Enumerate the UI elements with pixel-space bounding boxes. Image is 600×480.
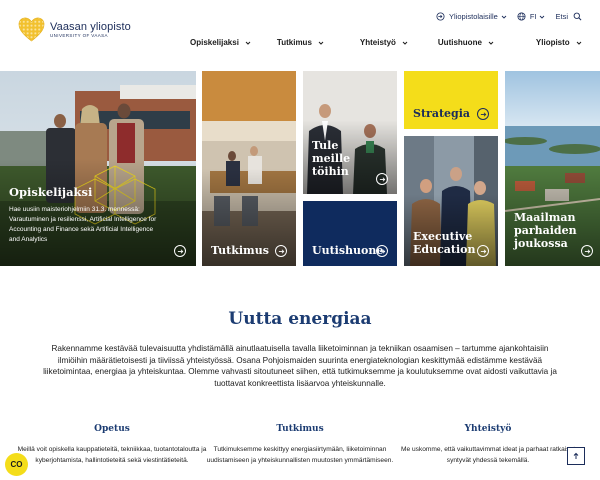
chevron-down-icon — [576, 41, 582, 45]
arrow-right-icon — [477, 108, 489, 120]
column-title-opetus[interactable]: Opetus — [12, 424, 212, 434]
search-button[interactable]: Etsi — [555, 12, 586, 21]
chevron-down-icon — [402, 41, 408, 45]
tile-strategia-title: Strategia — [413, 107, 471, 120]
tile-uutishuone-title: Uutishuone — [312, 244, 384, 257]
column-body-opetus: Meillä voit opiskella kauppatieteitä, te… — [17, 446, 207, 464]
search-icon — [573, 12, 582, 21]
tile-executive-title: Executive Education — [413, 230, 476, 256]
tile-executive-line1: Executive — [413, 230, 473, 243]
nav-label: Tutkimus — [276, 38, 312, 47]
arrow-right-icon — [376, 245, 388, 257]
cookie-label: CO — [10, 460, 23, 469]
tile-opiskelijaksi-body: Hae uusiin maisteriohjelmiin 31.3. menne… — [9, 206, 157, 243]
audience-label: Yliopistolaisille — [449, 12, 498, 21]
tile-executive-education[interactable]: Executive Education — [404, 136, 498, 266]
globe-icon — [517, 12, 526, 21]
tile-maailman-line2: parhaiden — [514, 224, 577, 237]
main-nav: Opiskelijaksi Tutkimus Yhteistyö Uutishu… — [190, 38, 582, 47]
nav-label: Yhteistyö — [359, 38, 396, 47]
tile-tule-meille-toihin[interactable]: Tule meille töihin — [303, 71, 397, 194]
tile-strategia[interactable]: Strategia — [404, 71, 498, 129]
tile-maailman-line3: joukossa — [514, 237, 568, 250]
chevron-down-icon — [540, 15, 545, 19]
section-title: Uutta energiaa — [228, 309, 372, 329]
nav-item-yliopisto[interactable]: Yliopisto — [536, 38, 582, 47]
chevron-down-icon — [488, 41, 494, 45]
tile-tutkimus-title: Tutkimus — [211, 244, 269, 257]
tile-maailman-title: Maailman parhaiden joukossa — [514, 211, 577, 250]
nav-label: Uutishuone — [437, 38, 482, 47]
tile-uutishuone[interactable]: Uutishuone — [303, 201, 397, 266]
search-label: Etsi — [555, 12, 568, 21]
tile-maailman-parhaiden[interactable]: Maailman parhaiden joukossa — [505, 71, 600, 266]
site-logo[interactable]: Vaasan yliopisto UNIVERSITY OF VAASA — [18, 16, 131, 43]
tile-opiskelijaksi[interactable]: Opiskelijaksi Hae uusiin maisteriohjelmi… — [0, 71, 196, 266]
nav-item-opiskelijaksi[interactable]: Opiskelijaksi — [190, 38, 251, 47]
audience-menu[interactable]: Yliopistolaisille — [436, 12, 507, 21]
arrow-right-icon — [174, 245, 186, 257]
tile-tule-line1: Tule — [312, 139, 339, 152]
logo-name: Vaasan yliopisto — [50, 20, 131, 33]
arrow-right-icon — [581, 245, 593, 257]
tile-tule-line3: töihin — [312, 165, 349, 178]
tile-opiskelijaksi-title: Opiskelijaksi — [9, 185, 93, 199]
arrow-up-icon — [573, 452, 579, 459]
chevron-down-icon — [245, 41, 251, 45]
column-title-tutkimus[interactable]: Tutkimus — [200, 424, 400, 434]
arrow-right-icon — [275, 245, 287, 257]
logo-subtitle: UNIVERSITY OF VAASA — [50, 32, 108, 38]
tile-tutkimus[interactable]: Tutkimus — [202, 71, 296, 266]
nav-item-uutishuone[interactable]: Uutishuone — [438, 38, 494, 47]
tile-tule-line2: meille — [312, 152, 351, 165]
utility-nav: Yliopistolaisille FI Etsi — [426, 12, 586, 21]
section-body: Rakennamme kestävää tulevaisuutta yhdist… — [43, 344, 557, 388]
chevron-down-icon — [501, 15, 507, 19]
arrow-right-icon — [376, 173, 388, 185]
heart-logo-icon — [18, 17, 45, 42]
login-icon — [436, 12, 445, 21]
nav-label: Opiskelijaksi — [190, 38, 239, 47]
tile-tule-meille-title: Tule meille töihin — [312, 139, 350, 178]
column-title-yhteistyo[interactable]: Yhteistyö — [388, 424, 588, 434]
language-menu[interactable]: FI — [517, 12, 546, 21]
nav-item-tutkimus[interactable]: Tutkimus — [277, 38, 324, 47]
chevron-down-icon — [318, 41, 324, 45]
cookie-settings-button[interactable]: CO — [5, 453, 28, 476]
back-to-top-button[interactable] — [567, 447, 585, 465]
tile-executive-line2: Education — [413, 243, 476, 256]
arrow-right-icon — [477, 245, 489, 257]
column-body-tutkimus: Tutkimuksemme keskittyy energiasiirtymää… — [206, 446, 394, 464]
meeting-room-photo — [202, 71, 296, 266]
tile-maailman-line1: Maailman — [514, 211, 576, 224]
site-header: Vaasan yliopisto UNIVERSITY OF VAASA Yli… — [0, 0, 600, 66]
language-label: FI — [529, 12, 537, 21]
column-body-yhteistyo: Me uskomme, että vaikuttavimmat ideat ja… — [400, 446, 576, 464]
nav-label: Yliopisto — [535, 38, 570, 47]
nav-item-yhteistyo[interactable]: Yhteistyö — [360, 38, 408, 47]
